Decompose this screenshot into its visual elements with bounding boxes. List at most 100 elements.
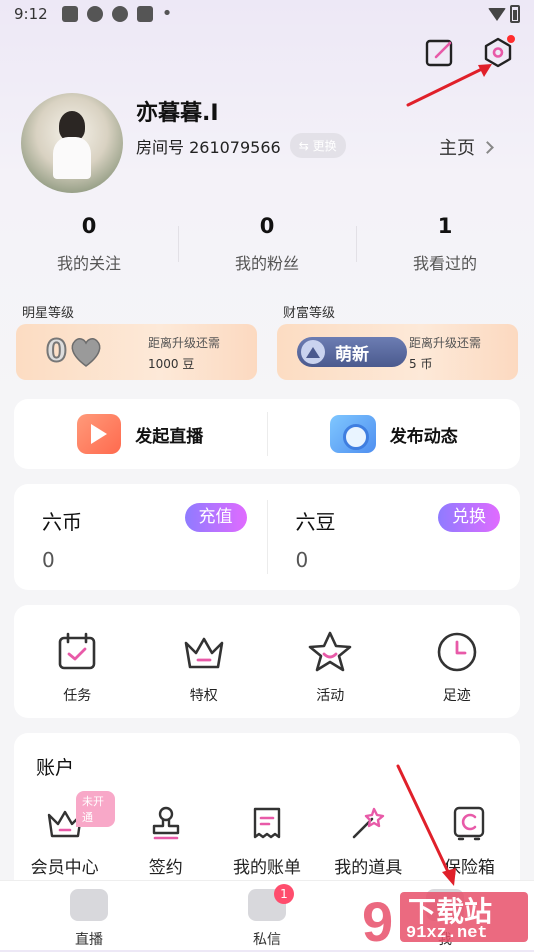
wallet-card: 六币 0 充值 六豆 0 兑换 (14, 484, 520, 590)
account-title: 账户 (36, 757, 75, 779)
camera-icon (329, 415, 376, 453)
recharge-button[interactable]: 充值 (184, 503, 247, 532)
stamp-icon (152, 806, 179, 840)
heart-icon (69, 336, 103, 368)
exchange-button[interactable]: 兑换 (438, 503, 500, 532)
homepage-link[interactable]: 主页 (439, 134, 494, 160)
watermark-logo: 9 下载站 91xz.net (360, 886, 530, 952)
start-live-label: 发起直播 (135, 426, 204, 447)
watermark-url: 91xz.net (406, 924, 488, 943)
wealth-level-badge: 萌新 (297, 337, 407, 367)
chevron-right-icon (481, 140, 494, 154)
feature-privilege[interactable]: 特权 (141, 605, 268, 718)
feature-grid: 任务 特权 活动 足迹 (14, 605, 520, 718)
homepage-label: 主页 (439, 138, 475, 159)
account-safe[interactable]: 保险箱 (419, 791, 520, 878)
wallet-title: 六币 (42, 510, 82, 534)
star-level-card[interactable]: 0 距离升级还需 1000 豆 (16, 324, 257, 380)
notification-dot (507, 35, 515, 43)
stat-label: 我的关注 (56, 254, 121, 273)
status-more-dot: • (161, 3, 173, 24)
star-level-title: 明星等级 (22, 306, 75, 321)
feature-label: 活动 (316, 688, 345, 704)
post-moment-button[interactable]: 发布动态 (268, 415, 521, 453)
notification-icon (136, 6, 153, 22)
account-item-label: 签约 (148, 858, 183, 878)
star-level-need: 1000 豆 (148, 357, 195, 371)
account-bills[interactable]: 我的账单 (216, 791, 317, 878)
live-play-icon (77, 414, 122, 454)
stat-following[interactable]: 0 我的关注 (0, 214, 178, 274)
stat-fans[interactable]: 0 我的粉丝 (178, 214, 356, 274)
settings-hexagon-icon[interactable] (482, 35, 515, 68)
account-item-label: 我的道具 (334, 858, 403, 878)
edit-icon[interactable] (424, 36, 456, 68)
notification-icon (86, 6, 103, 22)
room-number: 房间号 261079566 (136, 137, 281, 157)
wealth-level-name: 萌新 (335, 344, 369, 365)
header-actions (424, 35, 515, 68)
feature-tasks[interactable]: 任务 (14, 605, 141, 718)
stat-value: 0 (259, 214, 275, 238)
wealth-level-title: 财富等级 (283, 306, 336, 321)
unread-count-badge: 1 (274, 884, 294, 904)
start-live-button[interactable]: 发起直播 (14, 414, 267, 454)
star-level-badge: 0 (45, 333, 103, 370)
notification-icon (111, 6, 128, 22)
account-item-label: 我的账单 (233, 858, 301, 878)
feature-label: 特权 (189, 688, 218, 704)
wallet-beans: 六豆 0 兑换 (266, 500, 521, 574)
clock-icon (437, 632, 477, 672)
status-time: 9:12 (14, 5, 48, 23)
status-bar: 9:12 • (0, 0, 534, 28)
battery-icon (510, 5, 520, 23)
feature-activity[interactable]: 活动 (267, 605, 394, 718)
wealth-level-card[interactable]: 萌新 距离升级还需 5 币 (277, 324, 518, 380)
action-card: 发起直播 发布动态 (14, 399, 520, 469)
username: 亦暮暮.I (136, 101, 219, 126)
magic-wand-icon (352, 807, 385, 839)
account-sign[interactable]: 签约 (115, 791, 216, 878)
tab-label: 直播 (75, 932, 103, 948)
tab-label: 私信 (253, 932, 281, 948)
feature-label: 任务 (63, 688, 92, 704)
star-icon (308, 631, 352, 672)
wallet-amount: 0 (295, 548, 309, 572)
not-activated-badge: 未开通 (76, 791, 116, 827)
svg-text:9: 9 (362, 890, 393, 948)
stat-value: 1 (437, 214, 453, 238)
wallet-amount: 0 (42, 548, 55, 572)
avatar[interactable] (21, 93, 123, 193)
tab-live[interactable]: 直播 (0, 881, 178, 950)
feature-footprint[interactable]: 足迹 (394, 605, 521, 718)
crown-icon (184, 637, 224, 669)
calendar-check-icon (58, 632, 96, 670)
wealth-level-need: 5 币 (409, 357, 433, 371)
account-item-label: 会员中心 (30, 858, 99, 878)
wealth-triangle-icon (301, 340, 325, 364)
wealth-level-hint: 距离升级还需 (409, 336, 482, 350)
wallet-title: 六豆 (295, 510, 336, 534)
wifi-icon (488, 7, 506, 21)
wallet-coins: 六币 0 充值 (14, 484, 267, 590)
account-vip-center[interactable]: 未开通 会员中心 (14, 791, 116, 878)
stat-value: 0 (81, 214, 97, 238)
account-item-label: 保险箱 (443, 858, 495, 878)
stat-label: 我的粉丝 (234, 254, 299, 273)
post-moment-label: 发布动态 (389, 426, 458, 447)
change-room-button[interactable]: ⇆ 更换 (289, 133, 346, 158)
account-card: 账户 未开通 会员中心 签约 我的账单 我的道具 保险箱 (14, 733, 520, 893)
notification-icon (61, 6, 78, 22)
tab-messages[interactable]: 1 私信 (178, 881, 356, 950)
room-number-row: 房间号 261079566 ⇆ 更换 (136, 133, 346, 158)
star-level-hint: 距离升级还需 (148, 336, 221, 350)
stat-label: 我看过的 (412, 254, 477, 273)
live-tab-icon (70, 889, 108, 921)
star-level-number: 0 (45, 333, 68, 370)
feature-label: 足迹 (442, 688, 471, 704)
stat-viewed[interactable]: 1 我看过的 (356, 214, 534, 274)
account-props[interactable]: 我的道具 (318, 791, 419, 878)
receipt-icon (253, 807, 281, 839)
stats-row: 0 我的关注 0 我的粉丝 1 我看过的 (0, 214, 534, 274)
safe-icon (454, 806, 485, 841)
